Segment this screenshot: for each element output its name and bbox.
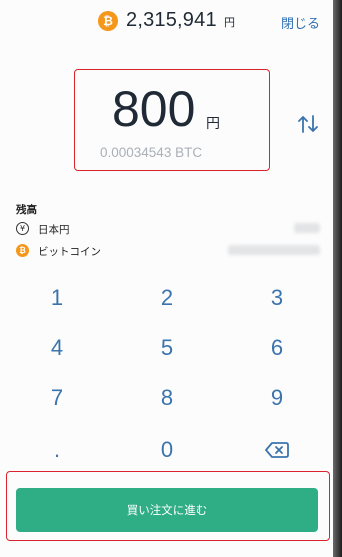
amount-unit: 円	[206, 116, 220, 132]
swap-arrows-icon[interactable]	[296, 113, 320, 135]
balance-value-blurred	[228, 245, 320, 255]
key-2[interactable]: 2	[137, 280, 197, 316]
screen: ₿ 2,315,941 円 閉じる 800 円 0.00034543 BTC 残…	[0, 0, 333, 557]
key-0[interactable]: 0	[137, 432, 197, 468]
bitcoin-icon: ₿	[98, 11, 118, 31]
key-1[interactable]: 1	[27, 280, 87, 316]
balance-label: 日本円	[38, 224, 70, 236]
price-unit: 円	[224, 16, 235, 29]
key-decimal[interactable]: .	[27, 432, 87, 468]
edge-shadow	[333, 0, 342, 557]
btc-price: 2,315,941	[126, 9, 217, 31]
amount-value: 800	[112, 81, 196, 137]
balance-value-blurred	[294, 223, 320, 233]
close-button[interactable]: 閉じる	[281, 13, 320, 32]
yen-icon: ¥	[16, 222, 29, 235]
backspace-key[interactable]	[247, 432, 307, 468]
btc-icon: ₿	[16, 244, 29, 257]
key-9[interactable]: 9	[247, 380, 307, 416]
key-8[interactable]: 8	[137, 380, 197, 416]
header: ₿ 2,315,941 円 閉じる	[0, 0, 333, 42]
balance-title: 残高	[16, 204, 37, 216]
key-4[interactable]: 4	[27, 330, 87, 366]
backspace-icon	[265, 442, 289, 458]
balance-label: ビットコイン	[38, 246, 101, 258]
btc-equivalent: 0.00034543 BTC	[100, 145, 203, 160]
key-3[interactable]: 3	[247, 280, 307, 316]
balance-row-jpy: ¥ 日本円	[16, 222, 320, 238]
key-7[interactable]: 7	[27, 380, 87, 416]
key-5[interactable]: 5	[137, 330, 197, 366]
balance-row-btc: ₿ ビットコイン	[16, 244, 320, 260]
buy-order-button[interactable]: 買い注文に進む	[16, 488, 318, 532]
key-6[interactable]: 6	[247, 330, 307, 366]
